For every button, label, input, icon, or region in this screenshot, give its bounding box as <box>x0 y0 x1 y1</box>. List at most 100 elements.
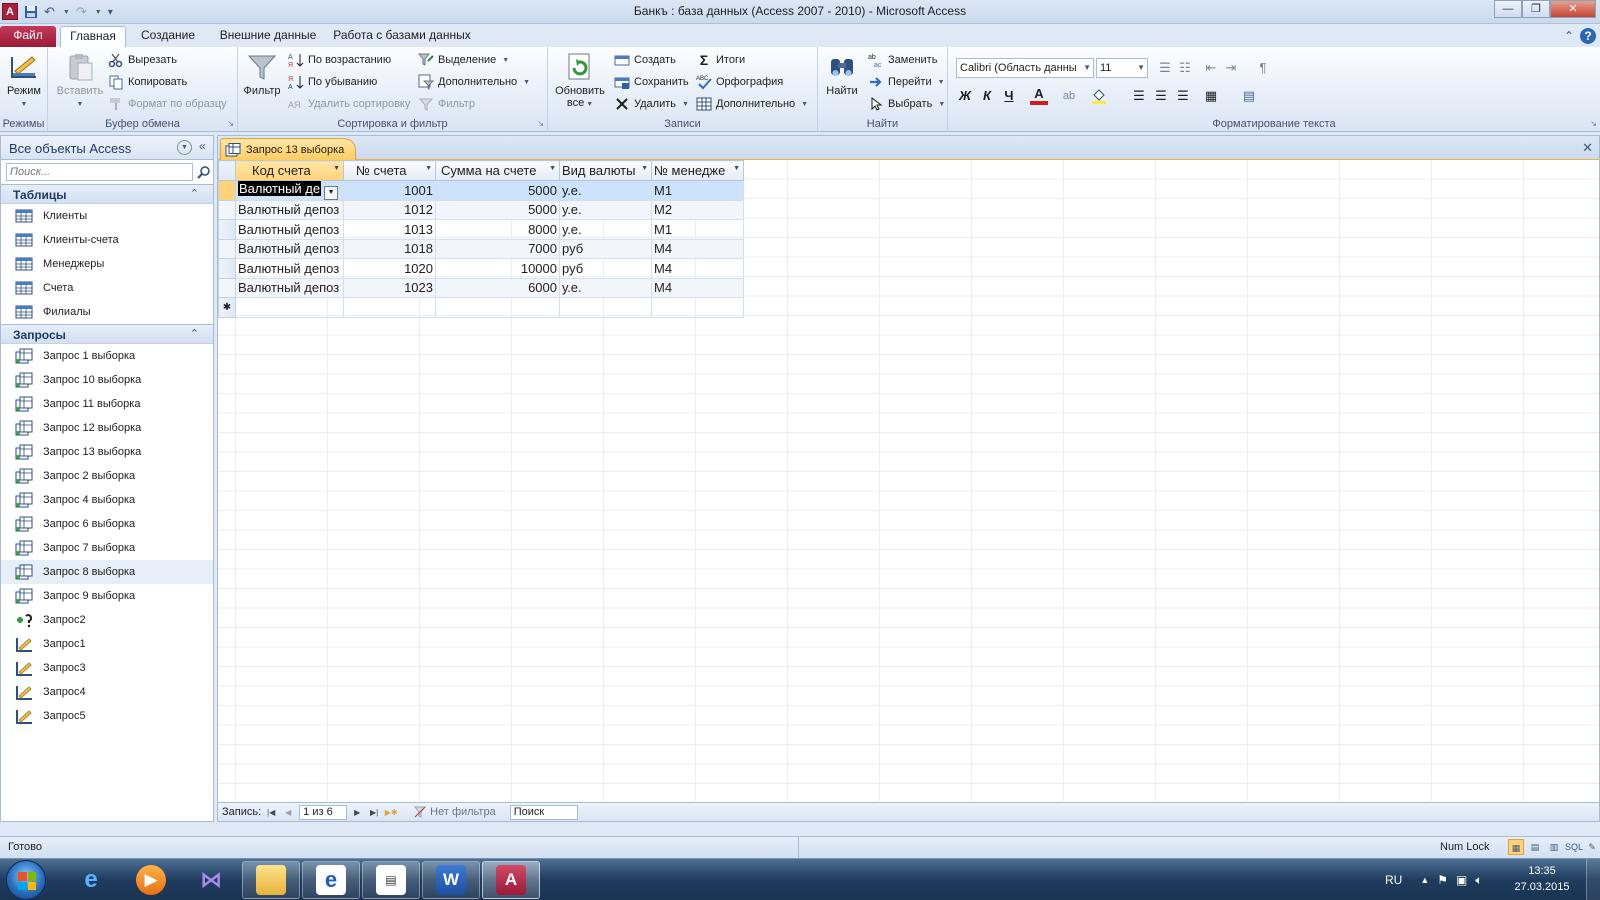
table-cell[interactable] <box>343 297 436 318</box>
minimize-ribbon-icon[interactable]: ⌃ <box>1564 29 1574 43</box>
toggle-filter-button[interactable]: Фильтр <box>418 94 475 114</box>
minimize-button[interactable]: — <box>1494 0 1522 18</box>
table-cell[interactable]: 8000 <box>435 219 560 240</box>
table-cell[interactable]: 5000 <box>435 180 560 201</box>
tab-home[interactable]: Главная <box>60 26 126 47</box>
first-record-icon[interactable]: |◀ <box>264 808 278 817</box>
tab-external-data[interactable]: Внешние данные <box>210 26 326 47</box>
sort-descending-button[interactable]: ЯA По убыванию <box>288 72 377 92</box>
nav-item[interactable]: Запрос 4 выборка <box>1 488 213 512</box>
record-selector[interactable] <box>218 277 236 299</box>
table-cell[interactable]: М1 <box>651 219 744 240</box>
table-row[interactable]: Валютный депоз 1020 10000 руб М4 <box>218 258 744 279</box>
paste-button[interactable]: Вставить ▼ <box>56 51 104 109</box>
column-sort-menu-icon[interactable]: ▼ <box>641 165 648 172</box>
table-row[interactable]: Валютный депоз 1012 5000 у.е. М2 <box>218 199 744 221</box>
align-center-icon[interactable]: ☰ <box>1152 87 1170 105</box>
record-selector[interactable] <box>218 180 236 201</box>
column-sort-menu-icon[interactable]: ▼ <box>549 165 556 172</box>
refresh-all-button[interactable]: Обновить все ▼ <box>552 51 608 109</box>
table-row[interactable]: Валютный депоз 1013 8000 у.е. М1 <box>218 219 744 240</box>
show-desktop-button[interactable] <box>1586 859 1600 900</box>
taskbar-document-viewer[interactable]: ▤ <box>362 861 420 899</box>
increase-indent-icon[interactable]: ⇥ <box>1222 59 1240 77</box>
table-cell[interactable]: у.е. <box>559 180 652 201</box>
tab-file[interactable]: Файл <box>0 26 56 47</box>
taskbar-internet-explorer-window[interactable]: e <box>302 861 360 899</box>
font-size-select[interactable]: 11 ▼ <box>1096 58 1148 78</box>
taskbar-access[interactable]: A <box>482 861 540 899</box>
column-sort-menu-icon[interactable]: ▼ <box>333 165 340 172</box>
column-header-manager[interactable]: № менедже ▼ <box>651 160 744 181</box>
tab-database-tools[interactable]: Работа с базами данных <box>332 26 472 47</box>
paragraph-direction-icon[interactable]: ¶ <box>1254 59 1272 77</box>
nav-section-header[interactable]: Таблицы ⌃ <box>1 184 213 204</box>
nav-item[interactable]: Клиенты <box>1 204 213 228</box>
column-header-account-number[interactable]: № счета ▼ <box>343 160 436 181</box>
restore-button[interactable]: ❐ <box>1522 0 1550 18</box>
record-position-field[interactable]: 1 из 6 <box>299 804 348 820</box>
table-row[interactable]: Валютный де ▼ 1001 5000 у.е. М1 <box>218 180 744 201</box>
nav-section-header[interactable]: Запросы ⌃ <box>1 324 213 344</box>
table-cell[interactable]: 5000 <box>435 199 560 221</box>
italic-button[interactable]: К <box>978 87 996 105</box>
nav-item[interactable]: Запрос 6 выборка <box>1 512 213 536</box>
table-cell[interactable]: у.е. <box>559 199 652 221</box>
table-cell[interactable]: руб <box>559 238 652 260</box>
view-button[interactable]: Режим ▼ <box>4 51 44 109</box>
next-record-icon[interactable]: ▶ <box>350 808 364 817</box>
numbering-icon[interactable]: ☷ <box>1176 59 1194 77</box>
collapse-section-icon[interactable]: ⌃ <box>190 327 199 340</box>
new-record-icon[interactable]: ▶✱ <box>384 808 398 817</box>
nav-search-input[interactable] <box>6 163 193 181</box>
table-row[interactable]: Валютный депоз 1023 6000 у.е. М4 <box>218 277 744 299</box>
table-cell[interactable]: 1013 <box>343 219 436 240</box>
new-record-row[interactable]: ✱ <box>218 297 744 318</box>
font-name-select[interactable]: Calibri (Область данны ▼ <box>956 58 1094 78</box>
totals-button[interactable]: Σ Итоги <box>696 50 745 70</box>
taskbar-internet-explorer[interactable]: e <box>62 861 120 899</box>
sort-ascending-button[interactable]: AЯ По возрастанию <box>288 50 391 70</box>
more-records-button[interactable]: Дополнительно ▼ <box>696 94 808 114</box>
start-button[interactable] <box>6 860 46 900</box>
table-cell[interactable]: 1012 <box>343 199 436 221</box>
filter-button[interactable]: Фильтр <box>242 51 282 97</box>
design-view-icon[interactable]: ✎ <box>1584 839 1600 855</box>
filter-status-button[interactable]: Нет фильтра <box>414 806 496 818</box>
text-formatting-launcher-icon[interactable]: ↘ <box>1590 119 1597 128</box>
replace-button[interactable]: ab ac Заменить <box>868 50 937 70</box>
table-cell[interactable]: М4 <box>651 277 744 299</box>
table-cell[interactable]: руб <box>559 258 652 279</box>
advanced-filter-button[interactable]: Дополнительно ▼ <box>418 72 530 92</box>
nav-item[interactable]: Менеджеры <box>1 252 213 276</box>
action-center-flag-icon[interactable]: ⚑ <box>1437 873 1448 887</box>
table-cell[interactable]: у.е. <box>559 219 652 240</box>
language-indicator[interactable]: RU <box>1385 873 1402 887</box>
nav-item[interactable]: Запрос 2 выборка <box>1 464 213 488</box>
record-selector[interactable] <box>218 258 236 279</box>
taskbar-word[interactable]: W <box>422 861 480 899</box>
table-cell[interactable]: Валютный де ▼ <box>235 180 344 201</box>
taskbar-media-player[interactable]: ▶ <box>122 861 180 899</box>
nav-item[interactable]: Запрос 8 выборка <box>1 560 213 584</box>
datasheet-view-icon[interactable]: ▦ <box>1508 839 1524 855</box>
volume-icon[interactable]: 🔈︎ <box>1475 873 1482 888</box>
nav-item[interactable]: Счета <box>1 276 213 300</box>
record-search-input[interactable]: Поиск <box>509 804 578 820</box>
sort-filter-launcher-icon[interactable]: ↘ <box>537 119 544 128</box>
spelling-button[interactable]: ABC Орфография <box>696 72 783 92</box>
collapse-pane-icon[interactable]: « <box>199 139 206 153</box>
nav-item[interactable]: Запрос 13 выборка <box>1 440 213 464</box>
table-cell[interactable]: М4 <box>651 258 744 279</box>
copy-button[interactable]: Копировать <box>108 72 187 92</box>
table-cell[interactable] <box>651 297 744 318</box>
tab-query-13[interactable]: Запрос 13 выборка <box>220 138 356 160</box>
table-cell[interactable]: 10000 <box>435 258 560 279</box>
table-cell[interactable]: Валютный депоз <box>235 258 344 279</box>
last-record-icon[interactable]: ▶| <box>367 808 381 817</box>
format-painter-button[interactable]: Формат по образцу <box>108 94 227 114</box>
prev-record-icon[interactable]: ◀ <box>281 808 295 817</box>
underline-button[interactable]: Ч <box>1000 87 1018 105</box>
table-cell[interactable]: Валютный депоз <box>235 199 344 221</box>
close-document-icon[interactable]: ✕ <box>1582 140 1593 156</box>
